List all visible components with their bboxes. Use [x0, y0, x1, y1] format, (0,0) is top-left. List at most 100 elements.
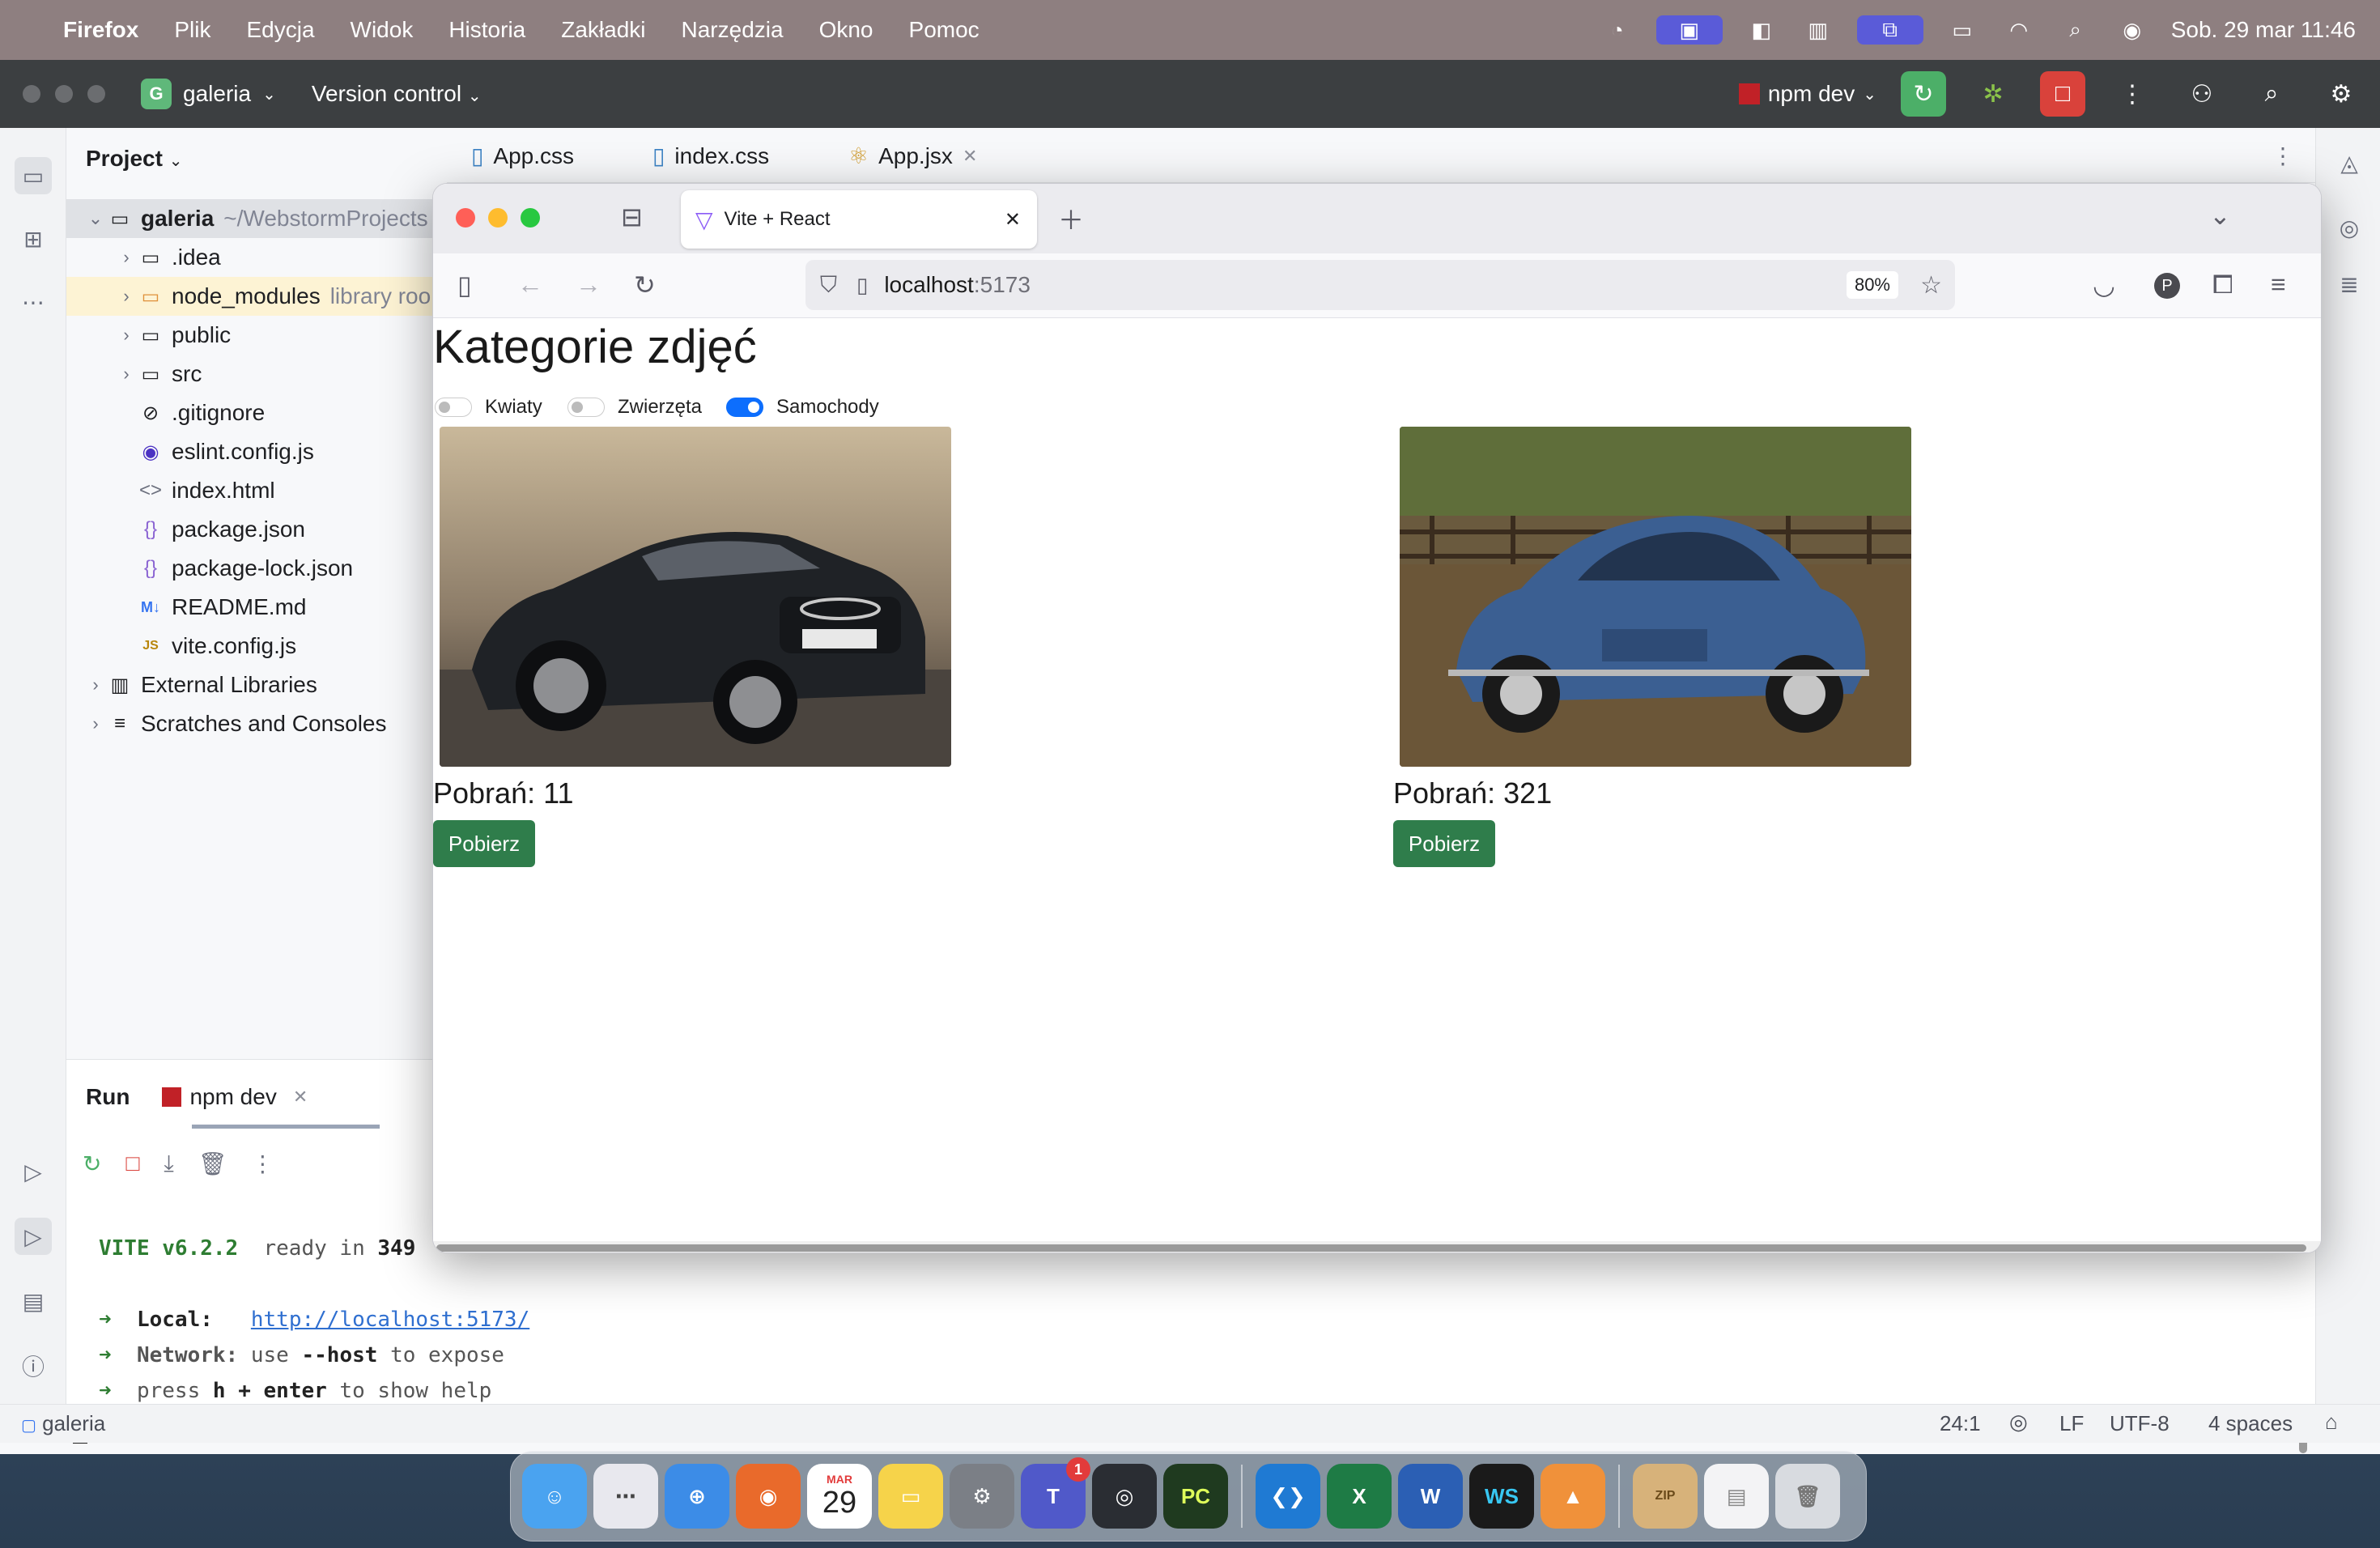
tree-item-galeria[interactable]: ⌄ ▭ galeria ~/WebstormProjects	[66, 199, 447, 238]
tree-item-external-libraries[interactable]: › ▥ External Libraries	[66, 666, 447, 704]
rerun-icon[interactable]: ↻	[1901, 71, 1946, 117]
close-icon[interactable]: ✕	[963, 146, 977, 167]
teams-tray-icon[interactable]: ◧	[1744, 15, 1779, 45]
system-settings-app-icon[interactable]: ⚙	[950, 1464, 1014, 1529]
obs-app-icon[interactable]: ◎	[1092, 1464, 1157, 1529]
close-icon[interactable]: ✕	[1005, 208, 1021, 232]
back-arrow-icon[interactable]: ←	[517, 270, 543, 300]
tree-item-scratches[interactable]: › ≡ Scratches and Consoles	[66, 704, 447, 743]
download-button[interactable]: Pobierz	[1393, 820, 1495, 867]
pycharm-app-icon[interactable]: PC	[1163, 1464, 1228, 1529]
status-indent[interactable]: 4 spaces	[2208, 1411, 2293, 1436]
browser-tab-active[interactable]: ▽ Vite + React ✕	[681, 190, 1037, 249]
database-icon[interactable]: ≣	[2331, 266, 2368, 303]
terminal-icon[interactable]: ▤	[15, 1282, 52, 1320]
menu-item-okno[interactable]: Okno	[819, 17, 873, 43]
pocket-icon[interactable]: ◡	[2093, 270, 2115, 300]
services-icon[interactable]: ▷	[15, 1153, 52, 1190]
more-tools-icon[interactable]: ⋯	[15, 283, 52, 321]
window-zoom-button[interactable]	[87, 85, 105, 103]
screen-time-icon[interactable]: ◔	[1600, 15, 1635, 45]
rerun-icon[interactable]: ↻	[83, 1150, 101, 1177]
status-project[interactable]: ▢ galeria	[21, 1411, 105, 1436]
toggle-samochody[interactable]: Samochody	[726, 396, 879, 419]
launchpad-app-icon[interactable]: ⋯	[593, 1464, 658, 1529]
settings-gear-icon[interactable]: ⚙	[2318, 71, 2364, 117]
tree-item-idea[interactable]: › ▭ .idea	[66, 238, 447, 277]
teams-app-icon[interactable]: T1	[1021, 1457, 1090, 1529]
switch-kwiaty[interactable]	[435, 398, 472, 417]
menu-item-narzedzia[interactable]: Narzędzia	[682, 17, 784, 43]
structure-icon[interactable]: ⊞	[15, 220, 52, 257]
control-center-icon[interactable]: ◉	[2114, 15, 2150, 45]
spotlight-search-icon[interactable]: ⌕	[2058, 15, 2093, 45]
status-line-ending[interactable]: LF	[2059, 1411, 2084, 1436]
version-control-menu[interactable]: Version control ⌄	[312, 81, 482, 107]
forward-arrow-icon[interactable]: →	[576, 270, 601, 300]
project-panel-title[interactable]: Project ⌄	[86, 146, 182, 172]
run-tab-npm-dev[interactable]: npm dev ✕	[162, 1084, 308, 1110]
hamburger-menu-icon[interactable]: ≡	[2271, 270, 2286, 300]
extensions-puzzle-icon[interactable]: ⧠	[2212, 270, 2233, 300]
wifi-icon[interactable]: ◠	[2001, 15, 2037, 45]
mirroring-icon[interactable]: ⧉	[1856, 15, 1923, 45]
stop-icon[interactable]: □	[125, 1150, 139, 1177]
screen-share-icon[interactable]: ▣	[1655, 15, 1723, 45]
webstorm-app-icon[interactable]: WS	[1469, 1464, 1534, 1529]
menu-app-name[interactable]: Firefox	[63, 17, 138, 43]
sidebar-icon[interactable]: ▯	[457, 270, 472, 300]
debug-icon[interactable]: ✲	[1970, 71, 2016, 117]
safari-app-icon[interactable]: ⊕	[665, 1464, 729, 1529]
word-app-icon[interactable]: W	[1398, 1464, 1463, 1529]
more-icon[interactable]: ⋮	[251, 1150, 274, 1177]
stop-icon[interactable]: □	[2040, 71, 2085, 117]
run-config-selector[interactable]: npm dev ⌄	[1738, 81, 1876, 107]
add-user-icon[interactable]: ⚇	[2179, 71, 2225, 117]
reload-icon[interactable]: ↻	[634, 270, 656, 300]
bookmark-star-icon[interactable]: ☆	[1920, 271, 1942, 300]
shield-icon[interactable]: ⛉	[820, 272, 837, 299]
tree-item-index-html[interactable]: <> index.html	[66, 471, 447, 510]
tree-item-eslint-config[interactable]: ◉ eslint.config.js	[66, 432, 447, 471]
finder-app-icon[interactable]: ☺	[522, 1464, 587, 1529]
toggle-kwiaty[interactable]: Kwiaty	[435, 396, 542, 419]
car-photo-beetle[interactable]	[1400, 427, 1911, 767]
tab-app-jsx[interactable]: ⚛ App.jsx ✕	[848, 142, 977, 169]
chevron-down-icon[interactable]: ⌄	[2209, 200, 2231, 231]
project-switcher[interactable]: G galeria ⌄	[141, 79, 276, 109]
excel-app-icon[interactable]: X	[1327, 1464, 1392, 1529]
page-info-icon[interactable]: ▯	[856, 273, 868, 298]
status-encoding[interactable]: UTF-8	[2110, 1411, 2170, 1436]
menu-item-plik[interactable]: Plik	[174, 17, 210, 43]
window-zoom-button[interactable]	[521, 208, 540, 228]
tree-item-src[interactable]: › ▭ src	[66, 355, 447, 393]
inspection-icon[interactable]: ◎	[2009, 1410, 2028, 1435]
tab-app-css[interactable]: ▯ App.css	[471, 142, 574, 169]
run-tool-icon[interactable]: ▷	[15, 1218, 52, 1255]
menu-item-zakladki[interactable]: Zakładki	[561, 17, 645, 43]
menu-item-pomoc[interactable]: Pomoc	[909, 17, 980, 43]
tab-index-css[interactable]: ▯ index.css	[652, 142, 769, 169]
window-minimize-button[interactable]	[488, 208, 508, 228]
clear-trash-icon[interactable]: 🗑	[198, 1150, 227, 1177]
problems-icon[interactable]: ⓘ	[15, 1347, 52, 1384]
tree-item-node-modules[interactable]: › ▭ node_modules library roo	[66, 277, 447, 316]
more-icon[interactable]: ⋮	[2110, 71, 2155, 117]
menu-item-historia[interactable]: Historia	[448, 17, 525, 43]
ai-assistant-icon[interactable]: ◎	[2331, 209, 2368, 246]
menubar-datetime[interactable]: Sob. 29 mar 11:46	[2171, 17, 2356, 43]
zoom-indicator[interactable]: 80%	[1846, 271, 1898, 299]
scroll-to-end-icon[interactable]: ⤓	[164, 1150, 173, 1177]
tree-item-package-json[interactable]: {} package.json	[66, 510, 447, 549]
zip-archive-icon[interactable]: ZIP	[1633, 1464, 1698, 1529]
car-photo-audi[interactable]	[440, 427, 951, 767]
menu-item-widok[interactable]: Widok	[351, 17, 414, 43]
notifications-bell-icon[interactable]: ◬	[2331, 144, 2368, 181]
window-minimize-button[interactable]	[55, 85, 73, 103]
trash-icon[interactable]: 🗑	[1775, 1464, 1840, 1529]
firefox-app-icon[interactable]: ◉	[736, 1464, 801, 1529]
notes-app-icon[interactable]: ▭	[878, 1464, 943, 1529]
status-position[interactable]: 24:1	[1940, 1411, 1981, 1436]
keynote-app-icon[interactable]: ▲	[1541, 1464, 1605, 1529]
new-tab-plus-icon[interactable]: ＋	[1058, 200, 1084, 237]
